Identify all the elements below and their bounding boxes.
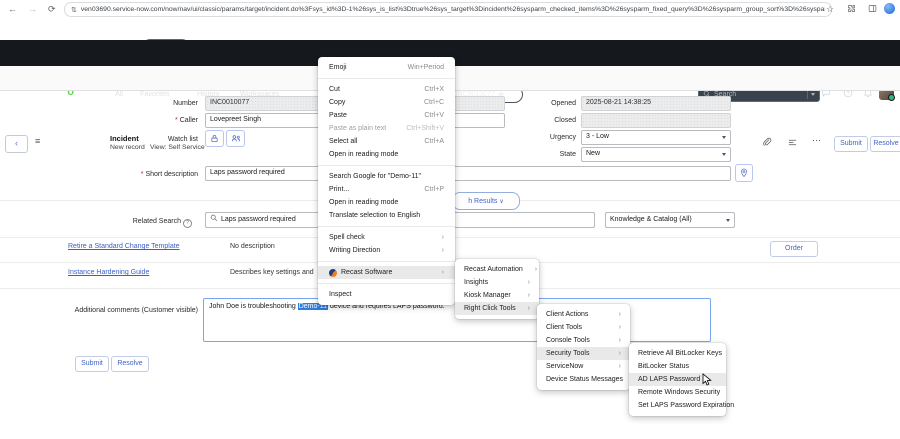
submenu-item-right-click-tools[interactable]: Right Click Tools›	[455, 302, 539, 315]
submenu-item-device-status-messages[interactable]: Device Status Messages	[537, 373, 630, 386]
submenu-item-set-laps-expiration[interactable]: Set LAPS Password Expiration	[629, 399, 726, 412]
lock-icon	[210, 134, 219, 143]
resolve-button-bottom[interactable]: Resolve	[111, 356, 149, 372]
submenu-item-client-actions[interactable]: Client Actions›	[537, 308, 630, 321]
chevron-down-icon	[726, 219, 730, 222]
knowledge-suggestion-button[interactable]	[735, 164, 753, 182]
submenu-item-servicenow[interactable]: ServiceNow›	[537, 360, 630, 373]
site-settings-icon[interactable]: ⇅	[71, 6, 77, 14]
submenu-item-insights[interactable]: Insights›	[455, 276, 539, 289]
recast-submenu: Recast Automation› Insights› Kiosk Manag…	[455, 259, 539, 319]
search-scope-caret-icon[interactable]	[811, 93, 815, 96]
browser-menu-icon[interactable]: ⋮	[896, 2, 900, 16]
activity-stream-icon[interactable]	[788, 138, 797, 147]
short-description-field[interactable]: Laps password required	[205, 166, 731, 181]
menu-item-reading-mode[interactable]: Open in reading mode	[318, 148, 455, 161]
record-subtitle: New record	[110, 144, 145, 151]
submenu-item-security-tools[interactable]: Security Tools›	[537, 347, 630, 360]
result-link-1[interactable]: Retire a Standard Change Template	[68, 243, 180, 250]
menu-item-translate[interactable]: Translate selection to English	[318, 209, 455, 222]
menu-item-inspect[interactable]: Inspect	[318, 288, 455, 301]
browser-profile-avatar[interactable]	[884, 3, 895, 14]
submenu-item-recast-automation[interactable]: Recast Automation›	[455, 263, 539, 276]
state-label: State	[436, 150, 576, 159]
menu-item-print[interactable]: Print...Ctrl+P	[318, 183, 455, 196]
screen: { "icons": { "back": "←", "forward": "→"…	[0, 0, 900, 439]
more-options-icon[interactable]: ⋯	[812, 135, 821, 146]
opened-field: 2025-08-21 14:38:25	[581, 96, 731, 111]
recast-logo-icon	[329, 269, 337, 277]
chevron-down-icon	[722, 153, 726, 156]
menu-item-emoji[interactable]: EmojiWin+Period	[318, 61, 455, 74]
result-description-1: No description	[230, 243, 275, 250]
menu-item-select-all[interactable]: Select allCtrl+A	[318, 135, 455, 148]
bookmark-star-icon[interactable]: ☆	[826, 2, 834, 16]
closed-label: Closed	[436, 116, 576, 125]
menu-separator	[318, 165, 455, 166]
menu-item-recast-software[interactable]: Recast Software ›	[318, 266, 455, 279]
order-button[interactable]: Order	[770, 241, 818, 257]
people-icon	[231, 134, 241, 143]
resolve-button-top[interactable]: Resolve	[870, 136, 900, 152]
browser-toolbar: ← → ⟳ ⇅ ven03690.service-now.com/now/nav…	[0, 0, 900, 19]
submit-button-top[interactable]: Submit	[834, 136, 868, 152]
caller-label: *Caller	[38, 116, 198, 125]
mouse-cursor	[702, 373, 713, 386]
watch-list-lock-button[interactable]	[205, 130, 224, 147]
default-browser-banner: Google Chrome isn't your default browser…	[0, 18, 900, 40]
url-text: ven03690.service-now.com/now/nav/ui/clas…	[81, 6, 825, 13]
submenu-item-remote-windows-security[interactable]: Remote Windows Security	[629, 386, 726, 399]
watch-list-label: Watch list	[38, 135, 198, 144]
submenu-item-retrieve-bitlocker-keys[interactable]: Retrieve All BitLocker Keys	[629, 347, 726, 360]
browser-refresh-icon[interactable]: ⟳	[48, 2, 56, 16]
search-results-toggle[interactable]: h Results ∨	[452, 192, 520, 210]
short-description-label: *Short description	[38, 170, 198, 179]
menu-separator	[318, 261, 455, 262]
record-view[interactable]: View: Self Service	[150, 144, 205, 151]
back-button[interactable]: ‹	[5, 135, 28, 153]
submenu-item-client-tools[interactable]: Client Tools›	[537, 321, 630, 334]
svg-text:?: ?	[847, 91, 850, 97]
state-select[interactable]: New	[581, 147, 731, 162]
urgency-label: Urgency	[436, 133, 576, 142]
submenu-item-bitlocker-status[interactable]: BitLocker Status	[629, 360, 726, 373]
search-icon	[210, 214, 218, 222]
menu-item-copy[interactable]: CopyCtrl+C	[318, 96, 455, 109]
additional-comments-label: Additional comments (Customer visible)	[38, 306, 198, 315]
urgency-select[interactable]: 3 - Low	[581, 130, 731, 145]
context-menu: EmojiWin+Period CutCtrl+X CopyCtrl+C Pas…	[318, 57, 455, 305]
menu-item-search-google[interactable]: Search Google for "Demo-11"	[318, 170, 455, 183]
menu-item-paste-plain: Paste as plain textCtrl+Shift+V	[318, 122, 455, 135]
address-bar[interactable]: ⇅ ven03690.service-now.com/now/nav/ui/cl…	[64, 2, 832, 17]
info-icon[interactable]: ?	[183, 219, 192, 228]
menu-item-cut[interactable]: CutCtrl+X	[318, 83, 455, 96]
submenu-item-kiosk-manager[interactable]: Kiosk Manager›	[455, 289, 539, 302]
chevron-down-icon: ∨	[499, 198, 503, 205]
watch-list-edit-button[interactable]	[226, 130, 245, 147]
attachment-paperclip-icon[interactable]	[762, 137, 772, 147]
menu-item-reading-mode-2[interactable]: Open in reading mode	[318, 196, 455, 209]
result-link-2[interactable]: Instance Hardening Guide	[68, 269, 149, 276]
side-panel-icon[interactable]	[868, 4, 877, 13]
browser-forward-icon[interactable]: →	[28, 2, 37, 16]
menu-separator	[318, 226, 455, 227]
menu-separator	[318, 283, 455, 284]
browser-back-icon[interactable]: ←	[8, 2, 17, 16]
right-click-tools-submenu: Client Actions› Client Tools› Console To…	[537, 304, 630, 390]
menu-separator	[318, 78, 455, 79]
chevron-down-icon	[722, 136, 726, 139]
menu-item-writing-direction[interactable]: Writing Direction›	[318, 244, 455, 257]
result-description-2: Describes key settings and	[230, 269, 314, 276]
related-search-label: Related Search?	[40, 217, 192, 228]
pin-icon	[740, 168, 748, 178]
opened-label: Opened	[436, 99, 576, 108]
search-filter-select[interactable]: Knowledge & Catalog (All)	[605, 212, 735, 228]
extensions-icon[interactable]	[847, 4, 856, 13]
menu-item-paste[interactable]: PasteCtrl+V	[318, 109, 455, 122]
closed-field	[581, 113, 731, 128]
menu-item-spell-check[interactable]: Spell check›	[318, 231, 455, 244]
submit-button-bottom[interactable]: Submit	[75, 356, 109, 372]
number-label: Number	[38, 99, 198, 108]
submenu-item-console-tools[interactable]: Console Tools›	[537, 334, 630, 347]
